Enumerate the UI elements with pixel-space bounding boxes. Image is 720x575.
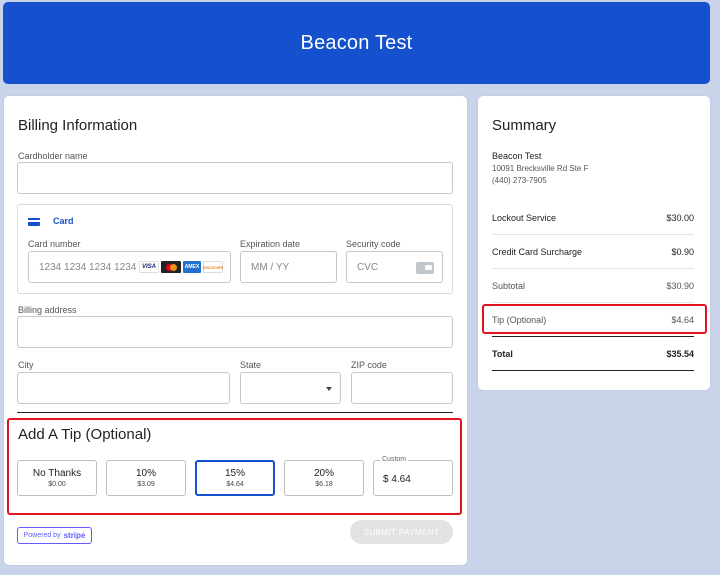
security-label: Security code [346, 239, 401, 249]
card-icon [28, 218, 40, 226]
line-item: Lockout Service $30.00 [492, 213, 694, 223]
line-item-value: $0.90 [671, 247, 694, 257]
row-divider [492, 234, 694, 235]
line-item-label: Credit Card Surcharge [492, 247, 583, 257]
card-tab[interactable]: Card [53, 216, 74, 226]
tip-section-highlight [7, 418, 462, 515]
city-label: City [18, 360, 34, 370]
discover-icon: DISCOVER [203, 261, 223, 273]
header-title: Beacon Test [300, 31, 413, 54]
card-number-input[interactable]: 1234 1234 1234 1234 VISA AMEX DISCOVER [28, 251, 231, 283]
cardholder-label: Cardholder name [18, 151, 88, 161]
section-divider [17, 412, 453, 413]
line-item-label: Lockout Service [492, 213, 557, 223]
amex-icon: AMEX [183, 261, 201, 273]
business-name: Beacon Test [492, 151, 542, 161]
cardholder-input[interactable] [17, 162, 453, 194]
stripe-logo: stripe [63, 531, 86, 540]
business-address: 10091 Brecksville Rd Ste F [492, 164, 589, 173]
summary-panel: Summary Beacon Test 10091 Brecksville Rd… [478, 96, 710, 390]
row-divider [492, 302, 694, 303]
state-label: State [240, 360, 262, 370]
line-item: Credit Card Surcharge $0.90 [492, 247, 694, 257]
address-input[interactable] [17, 316, 453, 348]
line-item-value: $30.00 [666, 213, 694, 223]
total-row: Total $35.54 [492, 349, 694, 359]
billing-title: Billing Information [18, 117, 138, 134]
zip-input[interactable] [351, 372, 453, 404]
business-phone: (440) 273-7905 [492, 176, 547, 185]
chevron-down-icon [326, 387, 332, 391]
submit-payment-button[interactable]: SUBMIT PAYMENT [350, 520, 453, 544]
summary-tip-highlight [482, 304, 707, 334]
mastercard-icon [161, 261, 181, 273]
summary-title: Summary [492, 117, 557, 134]
expiration-label: Expiration date [240, 239, 301, 249]
state-select[interactable] [240, 372, 341, 404]
subtotal-row: Subtotal $30.90 [492, 281, 694, 291]
cvc-card-icon [416, 262, 434, 274]
visa-icon: VISA [139, 261, 159, 273]
total-divider [492, 336, 694, 337]
subtotal-label: Subtotal [492, 281, 526, 291]
subtotal-value: $30.90 [666, 281, 694, 291]
expiration-placeholder: MM / YY [251, 261, 290, 273]
address-label: Billing address [18, 305, 77, 315]
powered-by-text: Powered by [23, 532, 61, 539]
card-number-label: Card number [28, 239, 81, 249]
card-number-placeholder: 1234 1234 1234 1234 [39, 261, 137, 273]
city-input[interactable] [17, 372, 230, 404]
cvc-placeholder: CVC [357, 261, 379, 273]
app-header: Beacon Test [3, 2, 710, 84]
card-element: Card Card number 1234 1234 1234 1234 VIS… [17, 204, 453, 294]
expiration-input[interactable]: MM / YY [240, 251, 337, 283]
cvc-input[interactable]: CVC [346, 251, 443, 283]
zip-label: ZIP code [351, 360, 387, 370]
total-label: Total [492, 349, 513, 359]
total-underline [492, 370, 694, 371]
powered-by-stripe-link[interactable]: Powered by stripe [17, 527, 92, 544]
row-divider [492, 268, 694, 269]
total-value: $35.54 [666, 349, 694, 359]
